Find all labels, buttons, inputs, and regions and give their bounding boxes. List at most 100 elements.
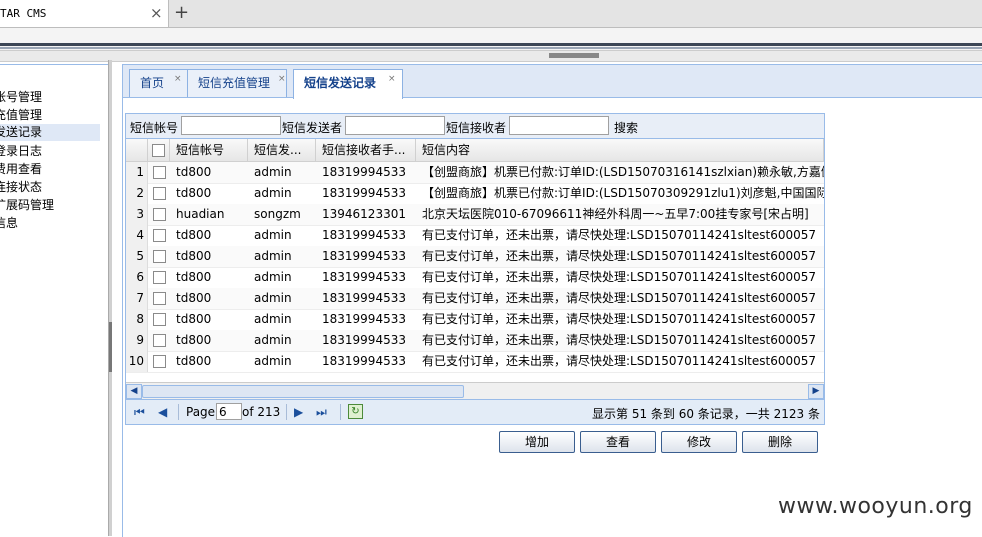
- view-button[interactable]: 查看: [580, 431, 656, 453]
- cell-sender: admin: [254, 228, 292, 242]
- cell-account: td800: [176, 291, 212, 305]
- sender-label: 短信发送者: [282, 121, 343, 135]
- row-number: 3: [126, 204, 148, 225]
- sidebar-item-send-records[interactable]: 发送记录: [0, 124, 100, 141]
- prev-page-icon[interactable]: ◀: [158, 405, 167, 419]
- table-row[interactable]: 5 td800 admin 18319994533 有已支付订单，还未出票，请尽快处理:…: [126, 246, 824, 268]
- row-number: 1: [126, 162, 148, 183]
- watermark: www.wooyun.org: [778, 494, 973, 519]
- next-page-icon[interactable]: ▶: [294, 405, 303, 419]
- sidebar-item-login-log[interactable]: 登录日志: [0, 143, 100, 160]
- cell-content: 【创盟商旅】机票已付款:订单ID:(LSD15070316141szlxian)…: [422, 165, 824, 179]
- receiver-input[interactable]: [509, 116, 609, 135]
- top-horizontal-scrollbar[interactable]: [0, 50, 982, 62]
- cell-account: td800: [176, 333, 212, 347]
- row-checkbox[interactable]: [153, 250, 166, 263]
- add-button[interactable]: 增加: [499, 431, 575, 453]
- row-checkbox[interactable]: [153, 208, 166, 221]
- col-header-account[interactable]: 短信帐号: [170, 139, 248, 161]
- toolbar-separator: [286, 404, 287, 420]
- row-checkbox[interactable]: [153, 271, 166, 284]
- search-button[interactable]: 搜索: [614, 119, 638, 136]
- cell-account: td800: [176, 312, 212, 326]
- row-number: 4: [126, 225, 148, 246]
- col-header-sender[interactable]: 短信发...: [248, 139, 316, 161]
- cell-receiver: 18319994533: [322, 312, 406, 326]
- first-page-icon[interactable]: ⏮: [134, 405, 145, 420]
- row-checkbox[interactable]: [153, 313, 166, 326]
- table-row[interactable]: 9 td800 admin 18319994533 有已支付订单，还未出票，请尽快处理:…: [126, 330, 824, 352]
- tab-recharge[interactable]: 短信充值管理 ×: [187, 69, 287, 97]
- grid-horizontal-scrollbar[interactable]: ◀ ▶: [126, 382, 824, 399]
- sidebar-item-info[interactable]: 信息: [0, 215, 100, 232]
- tab-home[interactable]: 首页 ×: [129, 69, 191, 97]
- row-checkbox[interactable]: [153, 355, 166, 368]
- close-icon[interactable]: ×: [388, 66, 396, 93]
- close-icon[interactable]: ×: [278, 66, 286, 93]
- sidebar-item-ext-code[interactable]: 扩展码管理: [0, 197, 100, 214]
- new-tab-icon[interactable]: +: [174, 2, 189, 23]
- close-icon[interactable]: ×: [150, 4, 163, 22]
- receiver-label: 短信接收者: [446, 121, 507, 135]
- sidebar-item-recharge[interactable]: 充值管理: [0, 107, 100, 124]
- cell-content: 有已支付订单，还未出票，请尽快处理:LSD15070114241sltest60…: [422, 228, 817, 242]
- cell-sender: admin: [254, 333, 292, 347]
- sidebar-splitter[interactable]: [108, 60, 112, 536]
- col-header-content[interactable]: 短信内容: [416, 139, 824, 161]
- splitter-grip[interactable]: [109, 322, 112, 372]
- sidebar-item-connection[interactable]: 连接状态: [0, 179, 100, 196]
- row-checkbox[interactable]: [153, 292, 166, 305]
- cell-account: td800: [176, 354, 212, 368]
- row-checkbox[interactable]: [153, 166, 166, 179]
- edit-button[interactable]: 修改: [661, 431, 737, 453]
- row-checkbox[interactable]: [153, 229, 166, 242]
- table-row[interactable]: 3 huadian songzm 13946123301 北京天坛医院010-67096…: [126, 204, 824, 226]
- scrollbar-thumb[interactable]: [142, 385, 464, 398]
- cell-content: 有已支付订单，还未出票，请尽快处理:LSD15070114241sltest60…: [422, 249, 817, 263]
- browser-tab-title: TAR CMS: [0, 7, 47, 20]
- cell-receiver: 18319994533: [322, 291, 406, 305]
- table-row[interactable]: 6 td800 admin 18319994533 有已支付订单，还未出票，请尽快处理:…: [126, 267, 824, 289]
- paging-summary: 显示第 51 条到 60 条记录，一共 2123 条: [592, 407, 820, 421]
- scroll-left-icon[interactable]: ◀: [126, 384, 142, 399]
- table-row[interactable]: 2 td800 admin 18319994533 【创盟商旅】机票已付款:订单ID:(…: [126, 183, 824, 205]
- cell-content: 有已支付订单，还未出票，请尽快处理:LSD15070114241sltest60…: [422, 354, 817, 368]
- sidebar-item-fees[interactable]: 费用查看: [0, 161, 100, 178]
- sidebar-item-account[interactable]: 帐号管理: [0, 89, 100, 106]
- cell-account: huadian: [176, 207, 225, 221]
- scroll-right-icon[interactable]: ▶: [808, 384, 824, 399]
- table-row[interactable]: 4 td800 admin 18319994533 有已支付订单，还未出票，请尽快处理:…: [126, 225, 824, 247]
- row-number: 5: [126, 246, 148, 267]
- sidebar: 帐号管理 充值管理 发送记录 登录日志 费用查看 连接状态 扩展码管理 信息: [0, 64, 108, 537]
- cell-sender: admin: [254, 291, 292, 305]
- row-checkbox[interactable]: [153, 187, 166, 200]
- tab-home-label: 首页: [140, 76, 165, 90]
- last-page-icon[interactable]: ⏭: [316, 405, 327, 420]
- page-number-input[interactable]: [216, 403, 242, 420]
- browser-tab[interactable]: TAR CMS ×: [0, 0, 169, 27]
- row-checkbox[interactable]: [153, 334, 166, 347]
- close-icon[interactable]: ×: [174, 66, 182, 93]
- table-row[interactable]: 1 td800 admin 18319994533 【创盟商旅】机票已付款:订单ID:(…: [126, 162, 824, 184]
- account-input[interactable]: [181, 116, 281, 135]
- select-all-checkbox[interactable]: [152, 144, 165, 157]
- cell-receiver: 18319994533: [322, 333, 406, 347]
- cell-sender: admin: [254, 312, 292, 326]
- row-number: 7: [126, 288, 148, 309]
- cell-receiver: 18319994533: [322, 249, 406, 263]
- grid-header: 短信帐号 短信发... 短信接收者手... 短信内容: [126, 139, 824, 162]
- table-row[interactable]: 8 td800 admin 18319994533 有已支付订单，还未出票，请尽快处理:…: [126, 309, 824, 331]
- cell-receiver: 18319994533: [322, 186, 406, 200]
- scrollbar-thumb[interactable]: [549, 53, 599, 58]
- delete-button[interactable]: 删除: [742, 431, 818, 453]
- row-number-header: [126, 139, 148, 161]
- sender-input[interactable]: [345, 116, 445, 135]
- refresh-icon[interactable]: ↻: [348, 404, 363, 419]
- cell-account: td800: [176, 270, 212, 284]
- col-header-receiver[interactable]: 短信接收者手...: [316, 139, 416, 161]
- table-row[interactable]: 7 td800 admin 18319994533 有已支付订单，还未出票，请尽快处理:…: [126, 288, 824, 310]
- table-row[interactable]: 10 td800 admin 18319994533 有已支付订单，还未出票，请尽快处理…: [126, 351, 824, 373]
- tab-send-records-label: 短信发送记录: [304, 76, 377, 90]
- paging-toolbar: ⏮ ◀ Page of 213 ▶ ⏭ ↻ 显示第 51 条到 60 条记录，一…: [125, 399, 825, 425]
- tab-send-records[interactable]: 短信发送记录 ×: [293, 69, 403, 99]
